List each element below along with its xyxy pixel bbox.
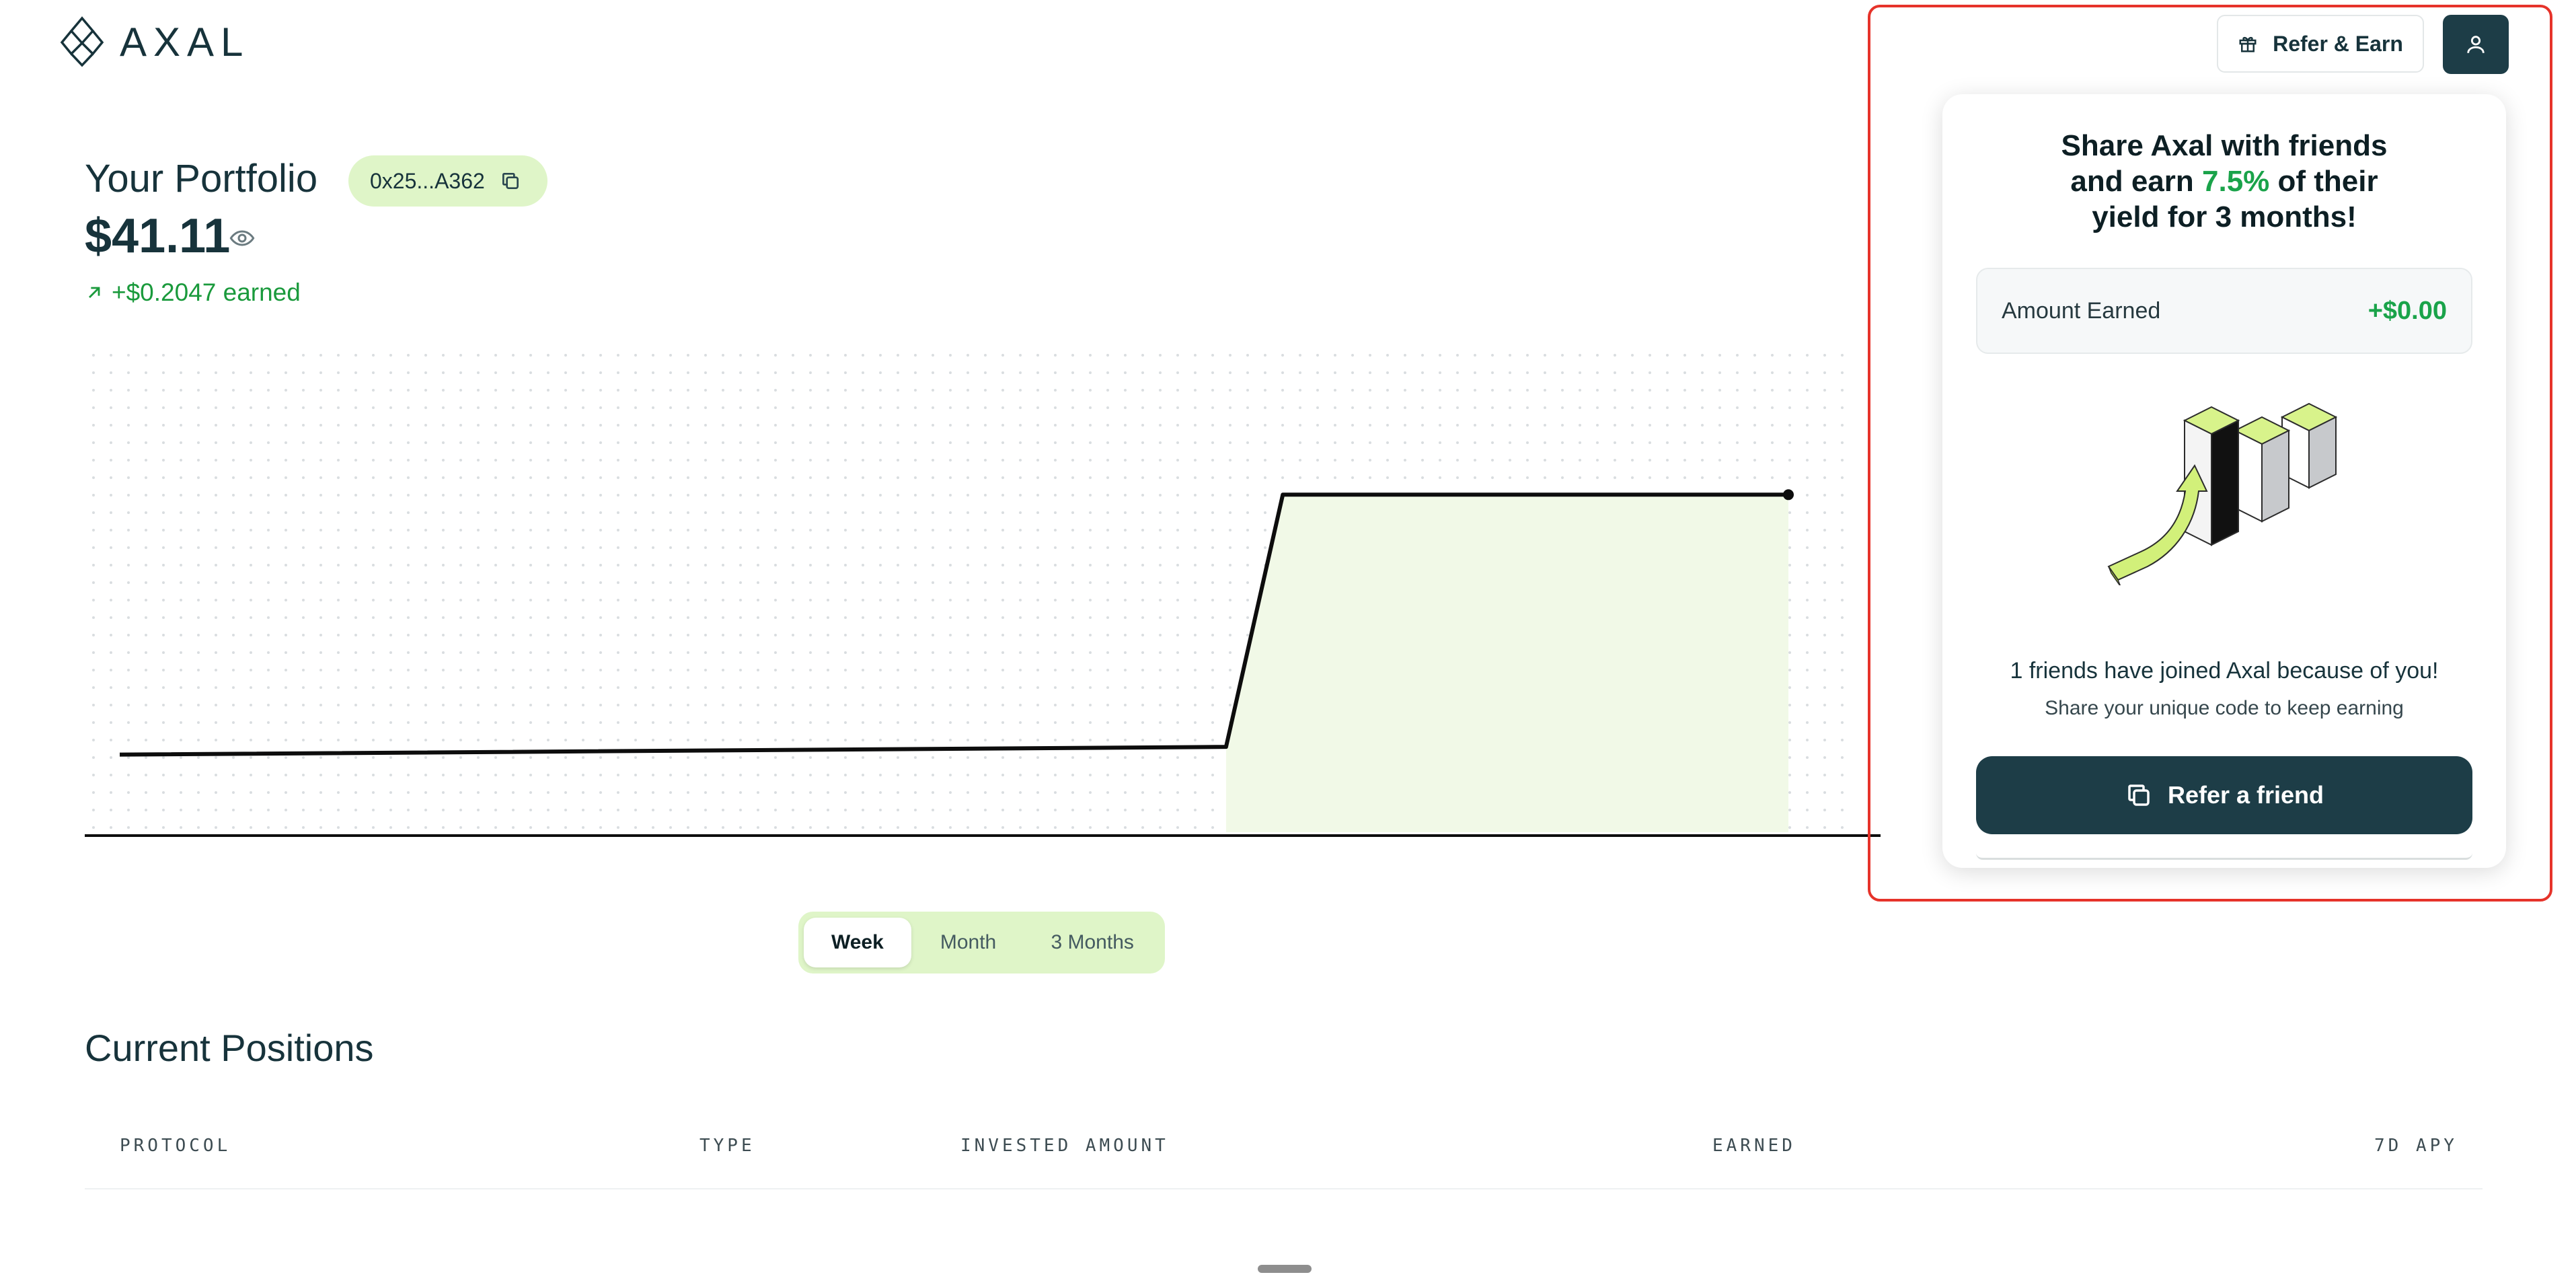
- column-header-type[interactable]: TYPE: [699, 1136, 755, 1156]
- refer-earn-label: Refer & Earn: [2273, 31, 2403, 56]
- referral-heading-line3: yield for 3 months!: [2092, 200, 2357, 233]
- copy-icon[interactable]: [500, 170, 521, 192]
- range-3months-button[interactable]: 3 Months: [1025, 918, 1160, 967]
- wallet-address-chip[interactable]: 0x25...A362: [348, 155, 547, 207]
- range-week-button[interactable]: Week: [804, 918, 911, 967]
- portfolio-chart-svg: [85, 346, 1881, 837]
- earned-amount: +$0.2047 earned: [112, 279, 301, 306]
- popover-footer-edge: [1976, 853, 2472, 860]
- brand-name: AXAL: [120, 19, 250, 65]
- bar-cube-right: [2280, 402, 2338, 489]
- gift-icon: [2239, 36, 2257, 52]
- table-divider: [85, 1188, 2483, 1189]
- refer-friend-label: Refer a friend: [2167, 781, 2324, 809]
- amount-earned-label: Amount Earned: [2002, 297, 2161, 324]
- chart-end-point[interactable]: [1783, 489, 1794, 501]
- arrow-up-right-icon: [89, 287, 100, 298]
- chart-area-fill: [1225, 494, 1788, 832]
- friends-subtext: Share your unique code to keep earning: [2045, 697, 2404, 719]
- referral-heading: Share Axal with friends and earn 7.5% of…: [1942, 128, 2506, 235]
- column-header-7d-apy[interactable]: 7D APY: [2374, 1136, 2458, 1156]
- eye-icon[interactable]: [229, 225, 256, 252]
- amount-earned-value: +$0.00: [2367, 296, 2447, 325]
- positions-title: Current Positions: [85, 1027, 374, 1069]
- referral-heading-line1: Share Axal with friends: [2061, 129, 2388, 162]
- refer-earn-button[interactable]: Refer & Earn: [2217, 15, 2424, 73]
- portfolio-chart: [85, 346, 1881, 839]
- copy-icon: [2128, 784, 2150, 806]
- referral-popover: Share Axal with friends and earn 7.5% of…: [1942, 94, 2506, 868]
- amount-earned-card: Amount Earned +$0.00: [1976, 268, 2472, 354]
- bar-cube-middle: [2233, 416, 2291, 523]
- portfolio-page: AXAL Your Portfolio 0x25...A362 $41.11 +…: [0, 0, 2576, 1285]
- referral-rate: 7.5%: [2202, 165, 2270, 198]
- user-icon: [2467, 36, 2485, 53]
- portfolio-title: Your Portfolio: [85, 157, 318, 200]
- earned-indicator: +$0.2047 earned: [85, 279, 301, 307]
- wallet-address: 0x25...A362: [370, 168, 485, 193]
- scroll-handle[interactable]: [1258, 1265, 1312, 1273]
- user-menu-button[interactable]: [2443, 15, 2509, 74]
- referral-heading-post: of their: [2269, 165, 2378, 198]
- referral-heading-line2: and earn 7.5% of their: [1942, 163, 2506, 199]
- column-header-earned[interactable]: EARNED: [1712, 1136, 1796, 1156]
- refer-friend-button[interactable]: Refer a friend: [1976, 756, 2472, 834]
- column-header-invested-amount[interactable]: INVESTED AMOUNT: [960, 1136, 1169, 1156]
- friends-joined-text: 1 friends have joined Axal because of yo…: [2010, 658, 2439, 684]
- axal-logo-icon: [60, 16, 104, 67]
- growth-illustration: [2107, 402, 2338, 585]
- referral-heading-pre: and earn: [2070, 165, 2202, 198]
- brand-logo[interactable]: AXAL: [59, 16, 250, 67]
- portfolio-balance: $41.11: [85, 209, 231, 263]
- column-header-protocol[interactable]: PROTOCOL: [120, 1136, 231, 1156]
- range-month-button[interactable]: Month: [911, 918, 1026, 967]
- time-range-toggle: Week Month 3 Months: [798, 912, 1165, 974]
